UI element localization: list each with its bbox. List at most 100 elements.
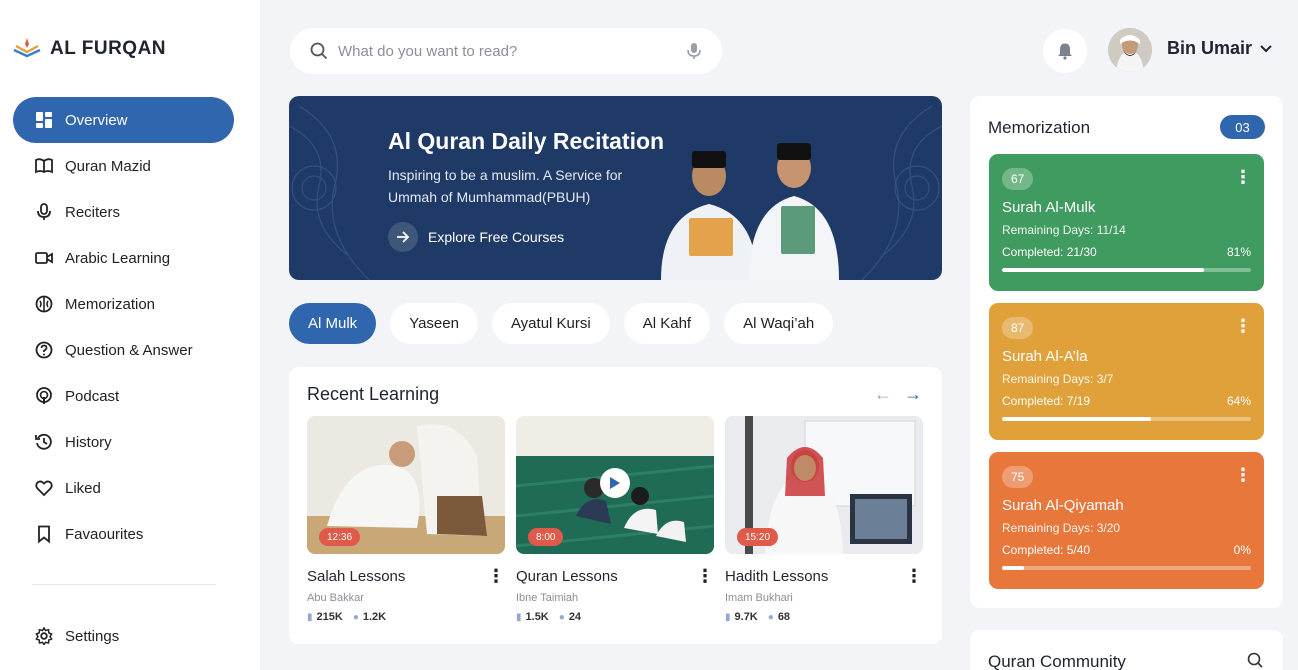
user-photo xyxy=(1108,28,1152,72)
search-icon xyxy=(310,42,328,60)
user-name: Bin Umair xyxy=(1167,38,1253,58)
lesson-author: Imam Bukhari xyxy=(725,592,793,604)
lesson-thumbnail[interactable]: 8:00 xyxy=(516,416,714,554)
nav-item-settings[interactable]: Settings xyxy=(13,613,234,659)
nav-item-label: Question & Answer xyxy=(65,341,193,359)
avatar[interactable] xyxy=(1108,28,1152,72)
nav-item-arabic-learning[interactable]: Arabic Learning xyxy=(13,235,234,281)
surah-chips: Al Mulk Yaseen Ayatul Kursi Al Kahf Al W… xyxy=(289,303,834,344)
arrow-right-icon[interactable]: → xyxy=(904,385,922,403)
nav-item-label: Podcast xyxy=(65,387,120,405)
search-icon[interactable] xyxy=(1247,652,1263,668)
podcast-icon xyxy=(36,387,52,404)
progress-bar xyxy=(1002,566,1251,570)
chip-al-waqiah[interactable]: Al Waqi’ah xyxy=(724,303,834,344)
comment-icon: ● xyxy=(352,611,359,623)
hero-subtitle: Inspiring to be a muslim. A Service for … xyxy=(388,167,623,205)
community-title: Quran Community xyxy=(988,652,1126,670)
remaining-days: Remaining Days: 3/7 xyxy=(1002,372,1114,386)
completed-percent: 64% xyxy=(1226,394,1251,408)
bookmark-icon xyxy=(38,525,50,543)
chip-al-mulk[interactable]: Al Mulk xyxy=(289,303,377,344)
recent-learning-title: Recent Learning xyxy=(307,384,440,404)
lesson-author: Abu Bakkar xyxy=(307,592,364,604)
chip-al-kahf[interactable]: Al Kahf xyxy=(623,303,711,344)
comments-count: 68 xyxy=(777,611,791,623)
main-nav: Overview Quran Mazid Reciters Arabic Lea… xyxy=(13,97,234,557)
memorization-card[interactable]: 67 ⋮ Surah Al-Mulk Remaining Days: 11/14… xyxy=(989,154,1264,291)
lesson-author: Ibne Taimiah xyxy=(516,592,579,604)
bell-icon xyxy=(1058,43,1072,60)
hero-title: Al Quran Daily Recitation xyxy=(388,128,665,154)
progress-bar xyxy=(1002,417,1251,421)
more-icon[interactable]: ⋮ xyxy=(696,566,714,587)
more-icon[interactable]: ⋮ xyxy=(487,566,505,587)
nav-item-liked[interactable]: Liked xyxy=(13,465,234,511)
surah-name: Surah Al-Qiyamah xyxy=(1002,497,1124,514)
duration-badge: 12:36 xyxy=(319,528,361,546)
nav-item-reciters[interactable]: Reciters xyxy=(13,189,234,235)
chip-ayatul-kursi[interactable]: Ayatul Kursi xyxy=(491,303,610,344)
completed-count: Completed: 5/40 xyxy=(1002,543,1091,557)
question-icon xyxy=(35,341,53,359)
nav-item-podcast[interactable]: Podcast xyxy=(13,373,234,419)
comments-count: 24 xyxy=(568,611,582,623)
lesson-card[interactable]: 15:20 Hadith Lessons ⋮ Imam Bukhari ▮ 9.7… xyxy=(725,416,923,623)
lesson-thumbnail[interactable]: 15:20 xyxy=(725,416,923,554)
comment-icon: ● xyxy=(767,611,774,623)
sidebar-divider xyxy=(32,584,216,585)
memorization-card[interactable]: 87 ⋮ Surah Al-A’la Remaining Days: 3/7 C… xyxy=(989,303,1264,440)
grid-icon xyxy=(36,112,52,128)
progress-fill xyxy=(1002,566,1025,570)
lesson-thumbnail[interactable]: 12:36 xyxy=(307,416,505,554)
book-icon xyxy=(35,158,53,174)
nav-item-overview[interactable]: Overview xyxy=(13,97,234,143)
nav-item-history[interactable]: History xyxy=(13,419,234,465)
like-icon: ▮ xyxy=(725,611,731,623)
likes-count: 1.5K xyxy=(525,611,549,623)
nav-item-favourites[interactable]: Favaourites xyxy=(13,511,234,557)
microphone-icon[interactable] xyxy=(686,42,702,60)
arrow-left-icon[interactable]: ← xyxy=(874,385,892,403)
search-bar xyxy=(290,28,722,74)
completed-count: Completed: 7/19 xyxy=(1002,394,1091,408)
heart-icon xyxy=(35,480,53,497)
hero-banner: Al Quran Daily Recitation Inspiring to b… xyxy=(289,96,942,280)
memorization-card[interactable]: 75 ⋮ Surah Al-Qiyamah Remaining Days: 3/… xyxy=(989,452,1264,589)
recent-learning-panel: Recent Learning ← → 12:36 Salah Lessons … xyxy=(289,367,942,644)
completed-percent: 81% xyxy=(1226,245,1251,259)
more-icon[interactable]: ⋮ xyxy=(905,566,923,587)
more-icon[interactable]: ⋮ xyxy=(1234,465,1252,485)
sidebar: AL FURQAN Overview Quran Mazid Reciters … xyxy=(0,0,260,670)
memorization-title: Memorization xyxy=(988,118,1091,137)
more-icon[interactable]: ⋮ xyxy=(1234,167,1252,187)
nav-item-label: Liked xyxy=(65,479,101,497)
lesson-card[interactable]: 8:00 Quran Lessons ⋮ Ibne Taimiah ▮ 1.5K … xyxy=(516,416,714,623)
completed-percent: 0% xyxy=(1233,543,1251,557)
nav-item-label: Memorization xyxy=(65,295,156,313)
surah-name: Surah Al-Mulk xyxy=(1002,199,1096,216)
nav-item-label: Quran Mazid xyxy=(65,157,151,175)
progress-fill xyxy=(1002,417,1152,421)
notifications-button[interactable] xyxy=(1043,29,1087,73)
nav-item-question-answer[interactable]: Question & Answer xyxy=(13,327,234,373)
surah-number-badge: 87 xyxy=(1002,317,1034,339)
nav-item-memorization[interactable]: Memorization xyxy=(13,281,234,327)
search-input[interactable] xyxy=(338,42,676,60)
chip-yaseen[interactable]: Yaseen xyxy=(390,303,478,344)
play-icon[interactable] xyxy=(600,468,630,498)
likes-count: 9.7K xyxy=(734,611,758,623)
nav-item-label: Arabic Learning xyxy=(65,249,171,267)
history-icon xyxy=(35,433,52,450)
surah-number-badge: 75 xyxy=(1002,466,1034,488)
explore-courses-button[interactable]: Explore Free Courses xyxy=(388,222,564,252)
lesson-card[interactable]: 12:36 Salah Lessons ⋮ Abu Bakkar ▮ 215K ●… xyxy=(307,416,505,623)
brand-logo[interactable]: AL FURQAN xyxy=(12,36,166,62)
user-menu[interactable]: Bin Umair xyxy=(1167,38,1272,59)
completed-count: Completed: 21/30 xyxy=(1002,245,1097,259)
remaining-days: Remaining Days: 11/14 xyxy=(1002,223,1126,237)
more-icon[interactable]: ⋮ xyxy=(1234,316,1252,336)
brand-name: AL FURQAN xyxy=(50,38,167,59)
memorization-panel: Memorization 03 67 ⋮ Surah Al-Mulk Remai… xyxy=(970,96,1283,608)
nav-item-quran-mazid[interactable]: Quran Mazid xyxy=(13,143,234,189)
